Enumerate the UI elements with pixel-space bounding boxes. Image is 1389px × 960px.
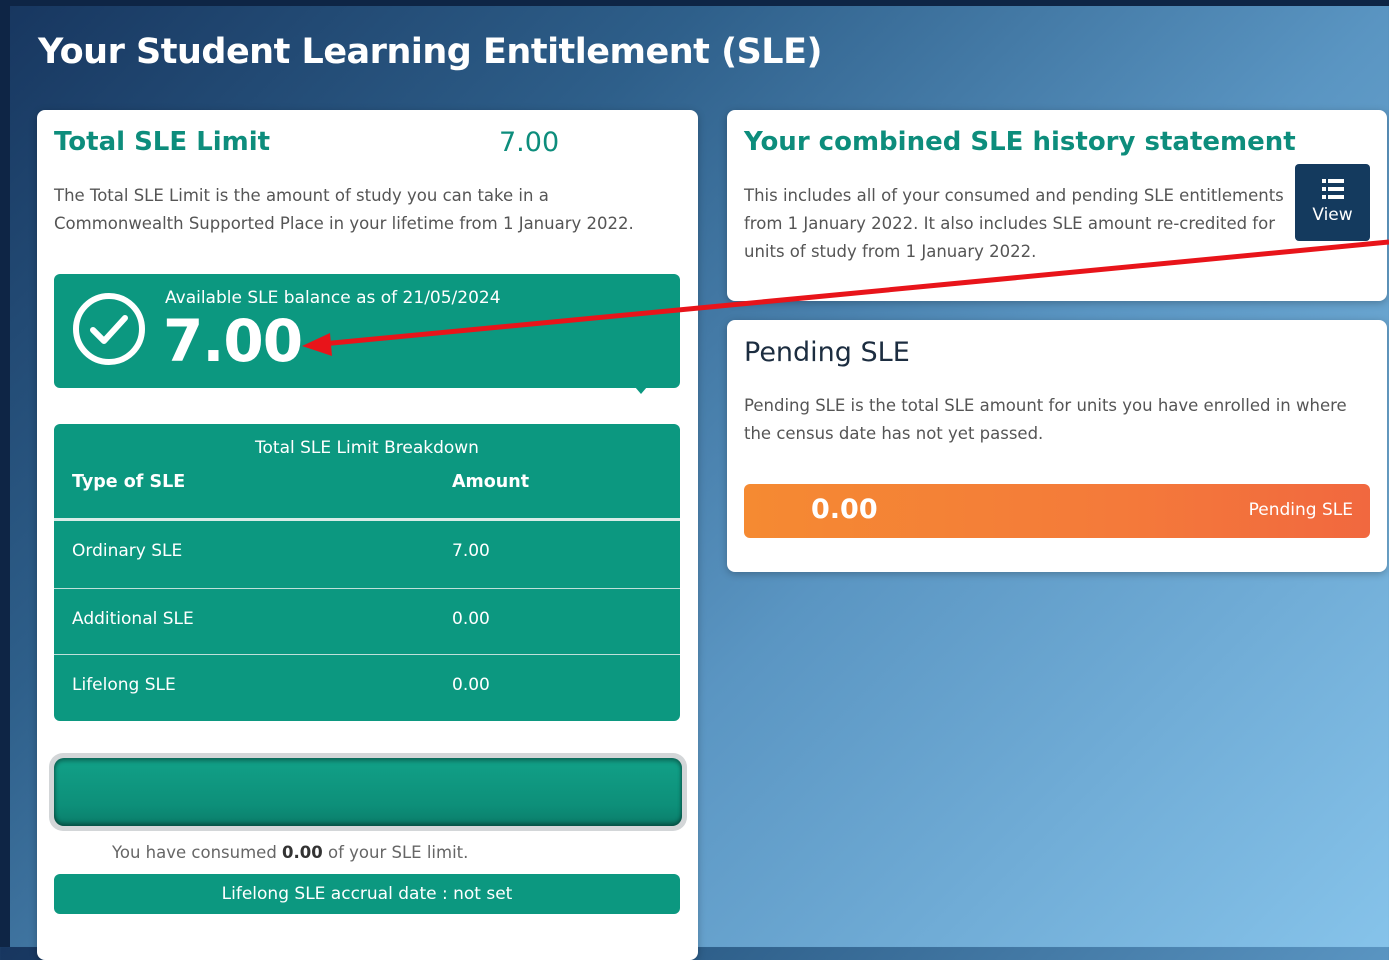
table-row: Lifelong SLE 0.00 bbox=[54, 654, 680, 721]
row-amount: 7.00 bbox=[452, 541, 490, 561]
column-header-amount: Amount bbox=[452, 472, 530, 492]
row-type: Lifelong SLE bbox=[72, 675, 176, 695]
check-circle-icon bbox=[73, 293, 145, 365]
progress-track bbox=[54, 758, 682, 826]
consumed-suffix: of your SLE limit. bbox=[328, 843, 469, 862]
consumed-amount: 0.00 bbox=[282, 843, 323, 862]
total-limit-title: Total SLE Limit bbox=[54, 127, 271, 157]
pending-title: Pending SLE bbox=[744, 337, 910, 368]
page-title: Your Student Learning Entitlement (SLE) bbox=[38, 32, 822, 72]
lifelong-accrual-date: Lifelong SLE accrual date : not set bbox=[54, 874, 680, 914]
balance-value: 7.00 bbox=[163, 307, 303, 375]
pending-sle-bar: 0.00 Pending SLE bbox=[744, 484, 1370, 538]
pending-description: Pending SLE is the total SLE amount for … bbox=[744, 396, 1347, 443]
pending-sle-card: Pending SLE Pending SLE is the total SLE… bbox=[727, 320, 1387, 572]
consumption-progress-bar bbox=[49, 753, 687, 831]
balance-label: Available SLE balance as of 21/05/2024 bbox=[165, 288, 501, 308]
total-limit-description: The Total SLE Limit is the amount of stu… bbox=[54, 186, 634, 233]
pending-label: Pending SLE bbox=[1248, 500, 1353, 520]
list-icon bbox=[1322, 179, 1344, 199]
consumed-text: You have consumed 0.00 of your SLE limit… bbox=[112, 843, 468, 862]
row-amount: 0.00 bbox=[452, 609, 490, 629]
balance-tail bbox=[629, 380, 653, 394]
breakdown-caption: Total SLE Limit Breakdown bbox=[255, 438, 479, 458]
total-limit-value: 7.00 bbox=[499, 127, 560, 158]
available-balance-box: Available SLE balance as of 21/05/2024 7… bbox=[54, 274, 680, 394]
history-description: This includes all of your consumed and p… bbox=[744, 186, 1284, 261]
limit-breakdown-table: Total SLE Limit Breakdown Type of SLE Am… bbox=[54, 424, 680, 721]
table-row: Ordinary SLE 7.00 bbox=[54, 521, 680, 587]
column-header-type: Type of SLE bbox=[72, 472, 186, 492]
table-row: Additional SLE 0.00 bbox=[54, 588, 680, 655]
row-amount: 0.00 bbox=[452, 675, 490, 695]
history-statement-card: Your combined SLE history statement This… bbox=[727, 110, 1387, 301]
view-button-label: View bbox=[1312, 205, 1353, 225]
pending-value: 0.00 bbox=[811, 494, 878, 525]
history-title: Your combined SLE history statement bbox=[744, 127, 1296, 157]
view-history-button[interactable]: View bbox=[1295, 164, 1370, 241]
row-type: Ordinary SLE bbox=[72, 541, 183, 561]
consumed-prefix: You have consumed bbox=[112, 843, 277, 862]
row-type: Additional SLE bbox=[72, 609, 194, 629]
total-sle-limit-card: Total SLE Limit 7.00 The Total SLE Limit… bbox=[37, 110, 698, 960]
